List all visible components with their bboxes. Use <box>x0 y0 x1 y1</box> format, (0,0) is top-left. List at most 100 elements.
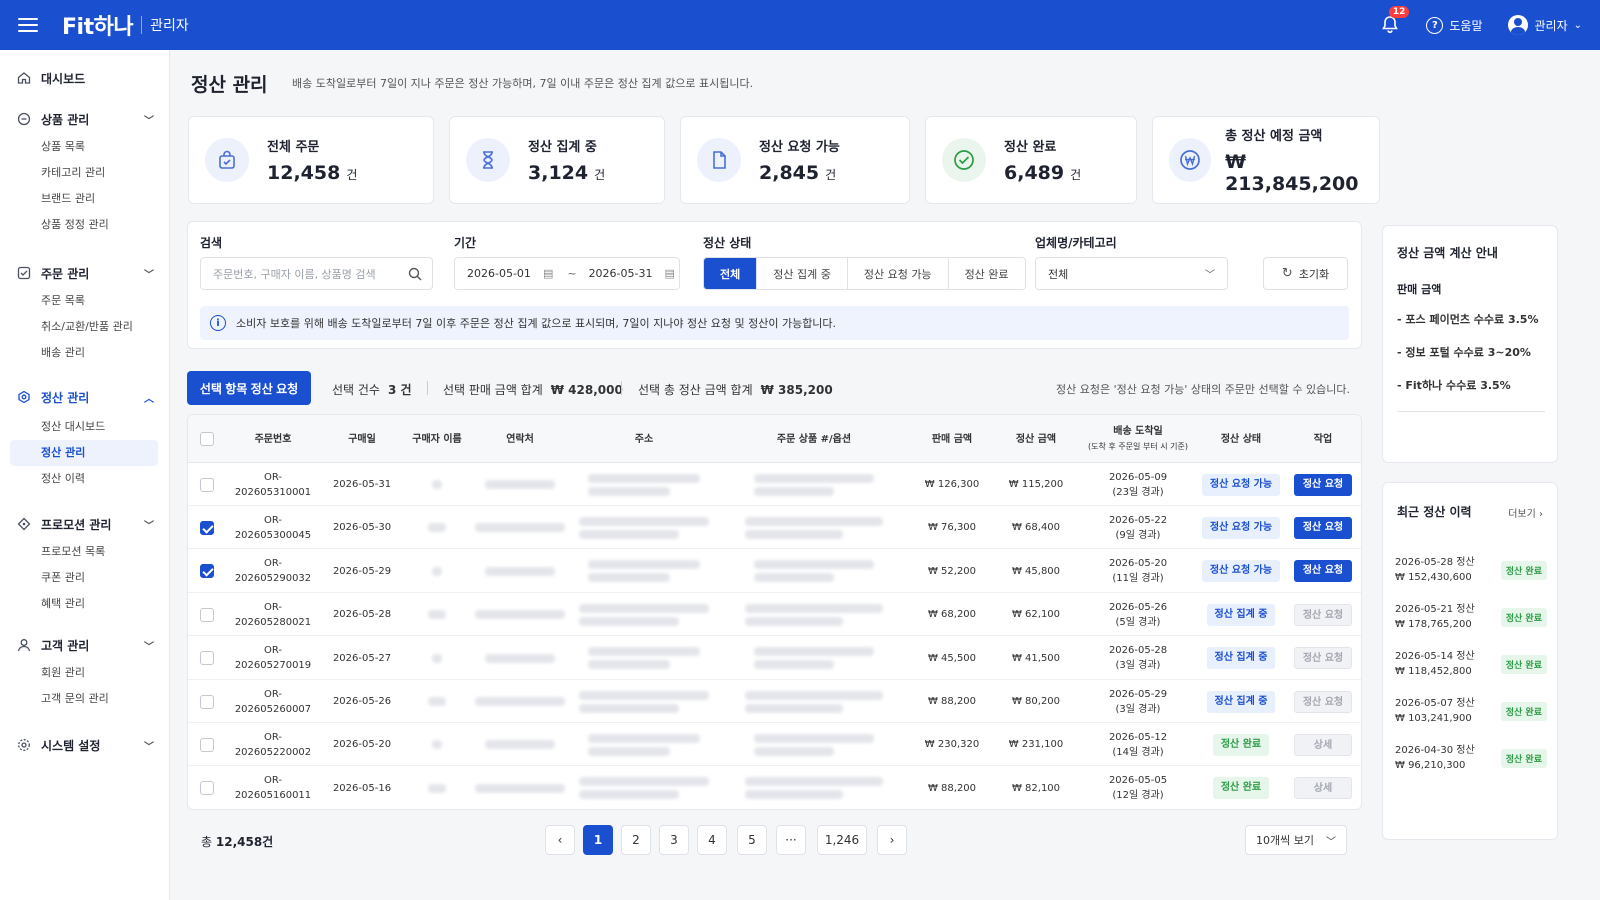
sidebar-item-settlement-dashboard[interactable]: 정산 대시보드 <box>0 414 170 440</box>
page-button-5[interactable]: 5 <box>737 825 767 855</box>
sidebar-item-shipping[interactable]: 배송 관리 <box>0 340 170 366</box>
table-row[interactable]: OR-202605290032 2026-05-29 ₩ 52,200 ₩ 45,80… <box>188 550 1361 593</box>
col-order-no[interactable]: 주문번호 <box>226 415 320 463</box>
table-row[interactable]: OR-202605300045 2026-05-30 ₩ 76,300 ₩ 68,40… <box>188 506 1361 550</box>
sidebar-item-dashboard[interactable]: 대시보드 <box>0 67 170 89</box>
date-to[interactable]: 2026-05-31 <box>589 267 653 280</box>
history-item[interactable]: 2026-05-21 정산 ₩ 178,765,200 정산 완료 <box>1395 600 1547 640</box>
page-button-4[interactable]: 4 <box>697 825 727 855</box>
history-item[interactable]: 2026-04-30 정산 ₩ 96,210,300 정산 완료 <box>1395 741 1547 781</box>
table-row[interactable]: OR-202605220002 2026-05-20 ₩ 230,320 ₩ 231,… <box>188 723 1361 767</box>
row-action-button[interactable]: 정산 요청 <box>1294 473 1352 496</box>
row-action-button[interactable]: 정산 요청 <box>1294 516 1352 539</box>
sidebar-item-benefits[interactable]: 혜택 관리 <box>0 591 170 617</box>
select-all-checkbox[interactable] <box>200 432 214 446</box>
sidebar-item-inquiries[interactable]: 고객 문의 관리 <box>0 686 170 712</box>
sidebar-item-order-list[interactable]: 주문 목록 <box>0 288 170 314</box>
request-selected-button[interactable]: 선택 항목 정산 요청 <box>187 371 311 405</box>
order-number[interactable]: OR-202605220002 <box>226 730 320 760</box>
sidebar-item-settlement-history[interactable]: 정산 이력 <box>0 466 170 492</box>
col-arrival[interactable]: 배송 도착일 (도착 후 주문일 부터 시 기준) <box>1078 415 1198 463</box>
status-option-completed[interactable]: 정산 완료 <box>949 258 1025 289</box>
sidebar-item-returns[interactable]: 취소/교환/반품 관리 <box>0 314 170 340</box>
order-number[interactable]: OR-202605160011 <box>226 773 320 803</box>
page-button-last[interactable]: 1,246 <box>817 825 867 855</box>
sidebar-item-category[interactable]: 카테고리 관리 <box>0 160 170 186</box>
row-action-button[interactable]: 상세 <box>1294 733 1352 756</box>
col-buyer[interactable]: 구매자 이름 <box>404 415 470 463</box>
history-item[interactable]: 2026-05-14 정산 ₩ 118,452,800 정산 완료 <box>1395 647 1547 687</box>
next-page-button[interactable]: › <box>877 825 907 855</box>
row-action-button[interactable]: 정산 요청 <box>1294 603 1352 626</box>
order-number[interactable]: OR-202605260007 <box>226 687 320 717</box>
sidebar-item-settlement-manage[interactable]: 정산 관리 <box>10 440 158 466</box>
row-checkbox[interactable] <box>200 651 214 666</box>
status-option-requestable[interactable]: 정산 요청 가능 <box>848 258 949 289</box>
help-link[interactable]: ? 도움말 <box>1426 16 1482 34</box>
order-number[interactable]: OR-202605300045 <box>226 513 320 543</box>
reset-button[interactable]: ↻ 초기화 <box>1263 257 1348 290</box>
col-status[interactable]: 정산 상태 <box>1198 415 1284 463</box>
row-checkbox[interactable] <box>200 477 214 492</box>
search-icon[interactable] <box>408 267 422 281</box>
row-action-button[interactable]: 정산 요청 <box>1294 560 1352 583</box>
sidebar-item-brand[interactable]: 브랜드 관리 <box>0 186 170 212</box>
col-buy-date[interactable]: 구매일 <box>320 415 404 463</box>
sidebar-group-settlement[interactable]: 정산 관리 ︿ <box>0 386 170 408</box>
order-number[interactable]: OR-202605290032 <box>226 556 320 586</box>
row-checkbox[interactable] <box>200 694 214 709</box>
history-item[interactable]: 2026-05-28 정산 ₩ 152,430,600 정산 완료 <box>1395 553 1547 593</box>
page-button-2[interactable]: 2 <box>621 825 651 855</box>
menu-icon[interactable] <box>18 18 38 32</box>
order-number[interactable]: OR-202605310001 <box>226 470 320 500</box>
status-option-all[interactable]: 전체 <box>704 258 758 289</box>
date-from[interactable]: 2026-05-01 <box>467 267 531 280</box>
status-option-aggregating[interactable]: 정산 집계 중 <box>757 258 848 289</box>
calendar-icon[interactable]: ▤ <box>543 267 553 280</box>
table-row[interactable]: OR-202605260007 2026-05-26 ₩ 88,200 ₩ 80,20… <box>188 680 1361 723</box>
sidebar-group-promotions[interactable]: 프로모션 관리 ﹀ <box>0 513 170 535</box>
page-size-select[interactable]: 10개씩 보기 ﹀ <box>1245 825 1347 855</box>
app-logo[interactable]: Fit하나 <box>62 9 134 41</box>
col-product[interactable]: 주문 상품 #/옵션 <box>718 415 910 463</box>
notification-bell-icon[interactable]: 12 <box>1380 6 1410 35</box>
table-row[interactable]: OR-202605160011 2026-05-16 ₩ 88,200 ₩ 82,10… <box>188 767 1361 809</box>
sidebar-item-members[interactable]: 회원 관리 <box>0 660 170 686</box>
vendor-select[interactable]: 전체 ﹀ <box>1035 257 1228 290</box>
sidebar-item-coupons[interactable]: 쿠폰 관리 <box>0 565 170 591</box>
order-number[interactable]: OR-202605270019 <box>226 643 320 673</box>
row-checkbox[interactable] <box>200 781 214 796</box>
col-settle[interactable]: 정산 금액 <box>994 415 1078 463</box>
history-item[interactable]: 2026-05-07 정산 ₩ 103,241,900 정산 완료 <box>1395 694 1547 734</box>
sidebar-item-promo-list[interactable]: 프로모션 목록 <box>0 539 170 565</box>
sidebar-group-orders[interactable]: 주문 관리 ﹀ <box>0 262 170 284</box>
row-action-button[interactable]: 정산 요청 <box>1294 690 1352 713</box>
col-address[interactable]: 주소 <box>570 415 718 463</box>
row-action-button[interactable]: 상세 <box>1294 777 1352 800</box>
row-checkbox[interactable] <box>200 737 214 752</box>
prev-page-button[interactable]: ‹ <box>545 825 575 855</box>
col-contact[interactable]: 연락처 <box>470 415 570 463</box>
table-row[interactable]: OR-202605280021 2026-05-28 ₩ 68,200 ₩ 62,10… <box>188 593 1361 637</box>
user-menu[interactable]: 관리자 ⌄ <box>1508 15 1582 35</box>
row-action-button[interactable]: 정산 요청 <box>1294 647 1352 670</box>
calendar-icon[interactable]: ▤ <box>665 267 675 280</box>
sidebar-group-customers[interactable]: 고객 관리 ﹀ <box>0 634 170 656</box>
row-checkbox[interactable] <box>200 564 214 579</box>
sidebar-item-product-list[interactable]: 상품 목록 <box>0 134 170 160</box>
table-row[interactable]: OR-202605310001 2026-05-31 ₩ 126,300 ₩ 115,… <box>188 463 1361 506</box>
page-button-1[interactable]: 1 <box>583 825 613 855</box>
contact-redacted <box>485 740 555 750</box>
sidebar-group-system[interactable]: 시스템 설정 ﹀ <box>0 734 170 756</box>
search-input[interactable]: 주문번호, 구매자 이름, 상품명 검색 <box>200 257 433 290</box>
date-range-input[interactable]: 2026-05-01 ▤ ~ 2026-05-31 ▤ <box>454 257 680 290</box>
table-row[interactable]: OR-202605270019 2026-05-27 ₩ 45,500 ₩ 41,50… <box>188 637 1361 680</box>
sidebar-group-products[interactable]: 상품 관리 ﹀ <box>0 108 170 130</box>
row-checkbox[interactable] <box>200 520 214 535</box>
history-more-link[interactable]: 더보기 › <box>1508 505 1543 520</box>
order-number[interactable]: OR-202605280021 <box>226 600 320 630</box>
sidebar-item-product-correction[interactable]: 상품 정정 관리 <box>0 212 170 238</box>
page-button-3[interactable]: 3 <box>659 825 689 855</box>
row-checkbox[interactable] <box>200 607 214 622</box>
col-sales[interactable]: 판매 금액 <box>910 415 994 463</box>
